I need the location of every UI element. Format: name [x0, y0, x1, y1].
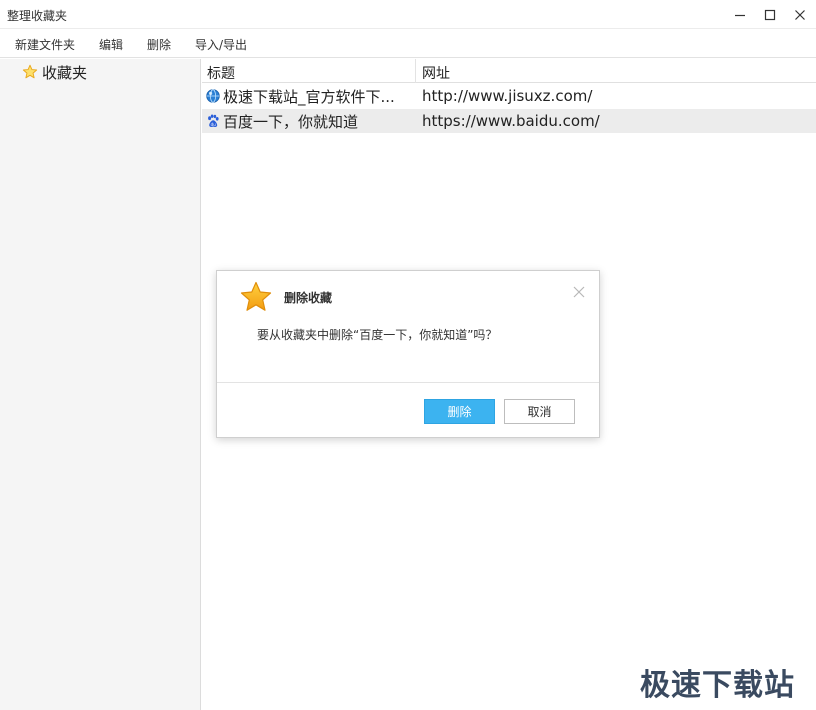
menu-delete[interactable]: 删除 — [147, 36, 171, 53]
table-row[interactable]: 极速下载站_官方软件下... http://www.jisuxz.com/ — [202, 84, 816, 108]
star-icon — [22, 64, 38, 79]
folder-tree: 收藏夹 — [0, 59, 201, 710]
menu-bar: 新建文件夹 编辑 删除 导入/导出 — [0, 29, 816, 58]
row-title: 极速下载站_官方软件下... — [223, 87, 395, 106]
menu-edit[interactable]: 编辑 — [99, 36, 123, 53]
column-header-url[interactable]: 网址 — [422, 63, 450, 83]
row-title-cell: du 百度一下，你就知道 — [206, 111, 411, 131]
minimize-button[interactable] — [724, 0, 756, 29]
dialog-title: 删除收藏 — [284, 291, 333, 305]
close-icon[interactable] — [572, 285, 586, 299]
row-title-cell: 极速下载站_官方软件下... — [206, 86, 411, 106]
dialog-divider — [217, 382, 599, 383]
menu-import-export[interactable]: 导入/导出 — [195, 36, 247, 53]
table-header: 标题 网址 — [202, 59, 816, 83]
menu-new-folder[interactable]: 新建文件夹 — [15, 36, 75, 53]
delete-confirm-dialog: 删除收藏 要从收藏夹中删除“百度一下，你就知道”吗？ 删除 取消 — [216, 270, 600, 438]
close-icon — [795, 9, 805, 20]
watermark-logo: 极速下载站 — [640, 668, 795, 703]
table-row[interactable]: du 百度一下，你就知道 https://www.baidu.com/ — [202, 109, 816, 133]
maximize-icon — [764, 9, 776, 20]
dialog-message: 要从收藏夹中删除“百度一下，你就知道”吗？ — [257, 328, 498, 342]
window-title: 整理收藏夹 — [7, 9, 68, 23]
svg-text:du: du — [211, 122, 217, 127]
close-button[interactable] — [784, 0, 816, 29]
star-icon — [240, 281, 272, 311]
folder-label: 收藏夹 — [42, 63, 88, 82]
row-url: http://www.jisuxz.com/ — [422, 87, 593, 105]
row-url: https://www.baidu.com/ — [422, 112, 600, 130]
confirm-delete-button[interactable]: 删除 — [424, 399, 495, 424]
baidu-paw-icon: du — [208, 114, 219, 127]
maximize-button[interactable] — [754, 0, 786, 29]
cancel-button[interactable]: 取消 — [504, 399, 575, 424]
column-header-title[interactable]: 标题 — [207, 63, 235, 83]
folder-node-favorites[interactable]: 收藏夹 — [22, 61, 87, 83]
row-title: 百度一下，你就知道 — [223, 112, 359, 131]
title-bar: 整理收藏夹 — [0, 0, 816, 29]
globe-icon — [206, 89, 220, 103]
column-divider[interactable] — [415, 59, 416, 83]
minimize-icon — [735, 14, 745, 16]
